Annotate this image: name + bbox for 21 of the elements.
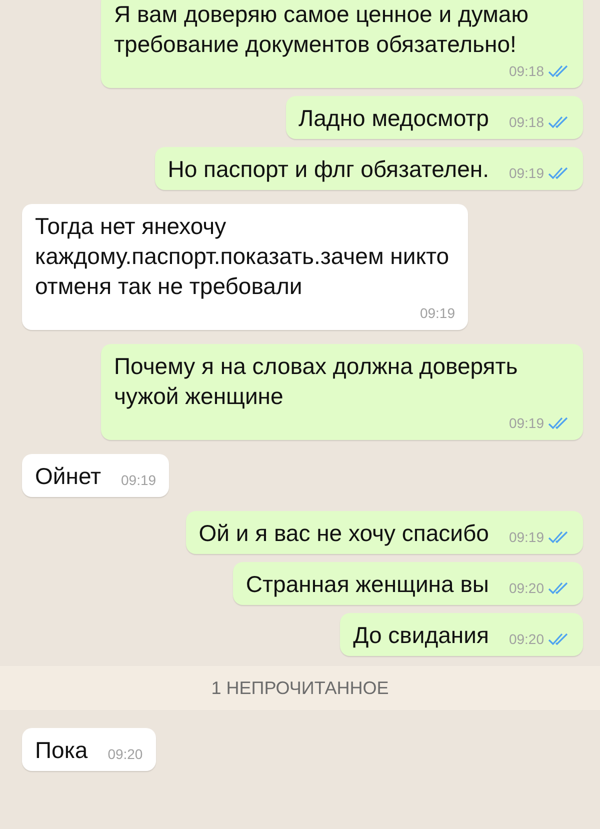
- message-text: Ладно медосмотр: [298, 104, 489, 133]
- message-text: Я вам доверяю самое ценное и думаю требование документов обязательно!: [114, 0, 530, 59]
- message-time: 09:18: [508, 62, 544, 81]
- unread-divider-label: 1 НЕПРОЧИТАННОЕ: [211, 676, 389, 700]
- message-text: Странная женщина вы: [246, 570, 489, 599]
- message-text: Ой и я вас не хочу спасибо: [198, 519, 489, 548]
- message-time: 09:19: [121, 471, 156, 490]
- message-time: 09:19: [508, 164, 544, 183]
- message-text: Но паспорт и флг обязателен.: [168, 155, 489, 184]
- message-text: Тогда нет янехочу каждому.паспорт.показать.зачем никто отменя так не требовали: [35, 212, 450, 301]
- message-text: До свидания: [353, 621, 489, 650]
- message-text: Пока: [35, 736, 88, 765]
- message-time: 09:19: [420, 304, 455, 323]
- message-time: 09:20: [508, 630, 544, 649]
- message-time: 09:20: [508, 579, 544, 598]
- message-text: Ойнет: [35, 462, 102, 491]
- message-time: 09:19: [508, 528, 544, 547]
- message-text: Почему я на словах должна доверять чужой женщине: [114, 352, 519, 411]
- message-time: 09:18: [508, 113, 544, 132]
- message-time: 09:20: [108, 745, 143, 764]
- message-time: 09:19: [508, 414, 544, 433]
